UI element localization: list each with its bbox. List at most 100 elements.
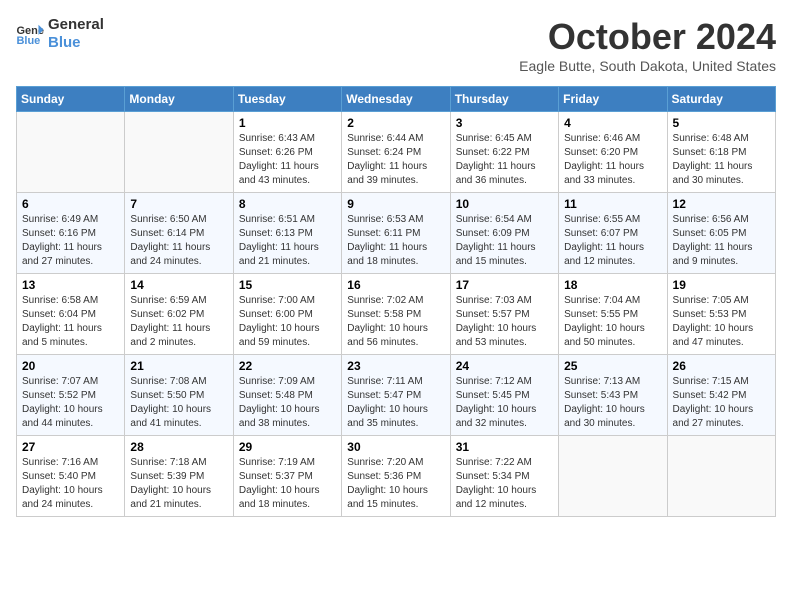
day-info: Sunrise: 6:45 AMSunset: 6:22 PMDaylight:…: [456, 132, 553, 188]
day-info: Sunrise: 7:19 AMSunset: 5:37 PMDaylight:…: [239, 456, 336, 512]
calendar-cell: 18 Sunrise: 7:04 AMSunset: 5:55 PMDayligh…: [559, 274, 667, 355]
logo: General Blue General Blue: [16, 16, 104, 52]
calendar-cell: 15 Sunrise: 7:00 AMSunset: 6:00 PMDayligh…: [233, 274, 341, 355]
day-number: 24: [456, 359, 553, 373]
weekday-header-saturday: Saturday: [667, 87, 775, 112]
day-info: Sunrise: 7:22 AMSunset: 5:34 PMDaylight:…: [456, 456, 553, 512]
day-number: 20: [22, 359, 119, 373]
day-info: Sunrise: 7:09 AMSunset: 5:48 PMDaylight:…: [239, 375, 336, 431]
day-info: Sunrise: 6:49 AMSunset: 6:16 PMDaylight:…: [22, 213, 119, 269]
weekday-header-wednesday: Wednesday: [342, 87, 450, 112]
day-info: Sunrise: 7:08 AMSunset: 5:50 PMDaylight:…: [130, 375, 227, 431]
day-info: Sunrise: 7:12 AMSunset: 5:45 PMDaylight:…: [456, 375, 553, 431]
calendar-cell: [667, 436, 775, 517]
day-number: 30: [347, 440, 444, 454]
day-number: 5: [673, 116, 770, 130]
day-info: Sunrise: 6:53 AMSunset: 6:11 PMDaylight:…: [347, 213, 444, 269]
calendar-cell: [125, 112, 233, 193]
weekday-header-friday: Friday: [559, 87, 667, 112]
day-info: Sunrise: 7:05 AMSunset: 5:53 PMDaylight:…: [673, 294, 770, 350]
logo-line2: Blue: [48, 34, 104, 52]
calendar-cell: 29 Sunrise: 7:19 AMSunset: 5:37 PMDayligh…: [233, 436, 341, 517]
calendar-cell: 22 Sunrise: 7:09 AMSunset: 5:48 PMDayligh…: [233, 355, 341, 436]
calendar-cell: 17 Sunrise: 7:03 AMSunset: 5:57 PMDayligh…: [450, 274, 558, 355]
day-number: 14: [130, 278, 227, 292]
logo-line1: General: [48, 16, 104, 34]
month-title: October 2024: [519, 16, 776, 58]
calendar-cell: 26 Sunrise: 7:15 AMSunset: 5:42 PMDayligh…: [667, 355, 775, 436]
calendar-cell: 27 Sunrise: 7:16 AMSunset: 5:40 PMDayligh…: [17, 436, 125, 517]
title-block: October 2024 Eagle Butte, South Dakota, …: [519, 16, 776, 74]
day-info: Sunrise: 6:43 AMSunset: 6:26 PMDaylight:…: [239, 132, 336, 188]
day-info: Sunrise: 7:20 AMSunset: 5:36 PMDaylight:…: [347, 456, 444, 512]
day-number: 9: [347, 197, 444, 211]
day-info: Sunrise: 6:50 AMSunset: 6:14 PMDaylight:…: [130, 213, 227, 269]
calendar-cell: 6 Sunrise: 6:49 AMSunset: 6:16 PMDaylight…: [17, 193, 125, 274]
day-info: Sunrise: 7:15 AMSunset: 5:42 PMDaylight:…: [673, 375, 770, 431]
calendar-cell: 7Sunrise: 6:50 AMSunset: 6:14 PMDaylight…: [125, 193, 233, 274]
day-number: 10: [456, 197, 553, 211]
location: Eagle Butte, South Dakota, United States: [519, 58, 776, 74]
day-number: 6: [22, 197, 119, 211]
calendar-cell: 13Sunrise: 6:58 AMSunset: 6:04 PMDayligh…: [17, 274, 125, 355]
calendar-cell: 11 Sunrise: 6:55 AMSunset: 6:07 PMDayligh…: [559, 193, 667, 274]
calendar-cell: 20 Sunrise: 7:07 AMSunset: 5:52 PMDayligh…: [17, 355, 125, 436]
day-number: 23: [347, 359, 444, 373]
calendar-cell: 21 Sunrise: 7:08 AMSunset: 5:50 PMDayligh…: [125, 355, 233, 436]
day-info: Sunrise: 7:11 AMSunset: 5:47 PMDaylight:…: [347, 375, 444, 431]
calendar-cell: 5 Sunrise: 6:48 AMSunset: 6:18 PMDaylight…: [667, 112, 775, 193]
day-number: 19: [673, 278, 770, 292]
day-number: 31: [456, 440, 553, 454]
day-number: 15: [239, 278, 336, 292]
day-info: Sunrise: 6:51 AMSunset: 6:13 PMDaylight:…: [239, 213, 336, 269]
day-info: Sunrise: 6:46 AMSunset: 6:20 PMDaylight:…: [564, 132, 661, 188]
day-info: Sunrise: 7:18 AMSunset: 5:39 PMDaylight:…: [130, 456, 227, 512]
calendar-cell: 14Sunrise: 6:59 AMSunset: 6:02 PMDayligh…: [125, 274, 233, 355]
svg-text:Blue: Blue: [16, 35, 40, 45]
day-number: 2: [347, 116, 444, 130]
calendar-cell: 30 Sunrise: 7:20 AMSunset: 5:36 PMDayligh…: [342, 436, 450, 517]
calendar-cell: 28 Sunrise: 7:18 AMSunset: 5:39 PMDayligh…: [125, 436, 233, 517]
calendar-table: SundayMondayTuesdayWednesdayThursdayFrid…: [16, 86, 776, 517]
day-info: Sunrise: 7:03 AMSunset: 5:57 PMDaylight:…: [456, 294, 553, 350]
day-info: Sunrise: 7:13 AMSunset: 5:43 PMDaylight:…: [564, 375, 661, 431]
calendar-cell: 19 Sunrise: 7:05 AMSunset: 5:53 PMDayligh…: [667, 274, 775, 355]
day-number: 16: [347, 278, 444, 292]
calendar-cell: 4Sunrise: 6:46 AMSunset: 6:20 PMDaylight…: [559, 112, 667, 193]
day-number: 3: [456, 116, 553, 130]
day-number: 21: [130, 359, 227, 373]
day-number: 1: [239, 116, 336, 130]
page-header: General Blue General Blue October 2024 E…: [16, 16, 776, 74]
day-info: Sunrise: 6:55 AMSunset: 6:07 PMDaylight:…: [564, 213, 661, 269]
day-number: 12: [673, 197, 770, 211]
calendar-cell: 31 Sunrise: 7:22 AMSunset: 5:34 PMDayligh…: [450, 436, 558, 517]
day-number: 28: [130, 440, 227, 454]
day-info: Sunrise: 6:58 AMSunset: 6:04 PMDaylight:…: [22, 294, 119, 350]
weekday-header-sunday: Sunday: [17, 87, 125, 112]
day-number: 27: [22, 440, 119, 454]
day-number: 8: [239, 197, 336, 211]
day-info: Sunrise: 7:02 AMSunset: 5:58 PMDaylight:…: [347, 294, 444, 350]
day-info: Sunrise: 6:56 AMSunset: 6:05 PMDaylight:…: [673, 213, 770, 269]
calendar-cell: 10Sunrise: 6:54 AMSunset: 6:09 PMDayligh…: [450, 193, 558, 274]
calendar-cell: 2 Sunrise: 6:44 AMSunset: 6:24 PMDaylight…: [342, 112, 450, 193]
day-info: Sunrise: 7:00 AMSunset: 6:00 PMDaylight:…: [239, 294, 336, 350]
day-number: 18: [564, 278, 661, 292]
day-info: Sunrise: 7:16 AMSunset: 5:40 PMDaylight:…: [22, 456, 119, 512]
calendar-cell: 23 Sunrise: 7:11 AMSunset: 5:47 PMDayligh…: [342, 355, 450, 436]
weekday-header-thursday: Thursday: [450, 87, 558, 112]
calendar-cell: 12 Sunrise: 6:56 AMSunset: 6:05 PMDayligh…: [667, 193, 775, 274]
calendar-cell: 9 Sunrise: 6:53 AMSunset: 6:11 PMDaylight…: [342, 193, 450, 274]
day-info: Sunrise: 7:04 AMSunset: 5:55 PMDaylight:…: [564, 294, 661, 350]
weekday-header-monday: Monday: [125, 87, 233, 112]
day-info: Sunrise: 7:07 AMSunset: 5:52 PMDaylight:…: [22, 375, 119, 431]
day-number: 29: [239, 440, 336, 454]
day-number: 17: [456, 278, 553, 292]
day-info: Sunrise: 6:44 AMSunset: 6:24 PMDaylight:…: [347, 132, 444, 188]
day-number: 11: [564, 197, 661, 211]
day-number: 26: [673, 359, 770, 373]
calendar-cell: 8 Sunrise: 6:51 AMSunset: 6:13 PMDaylight…: [233, 193, 341, 274]
day-number: 25: [564, 359, 661, 373]
day-number: 22: [239, 359, 336, 373]
day-info: Sunrise: 6:48 AMSunset: 6:18 PMDaylight:…: [673, 132, 770, 188]
